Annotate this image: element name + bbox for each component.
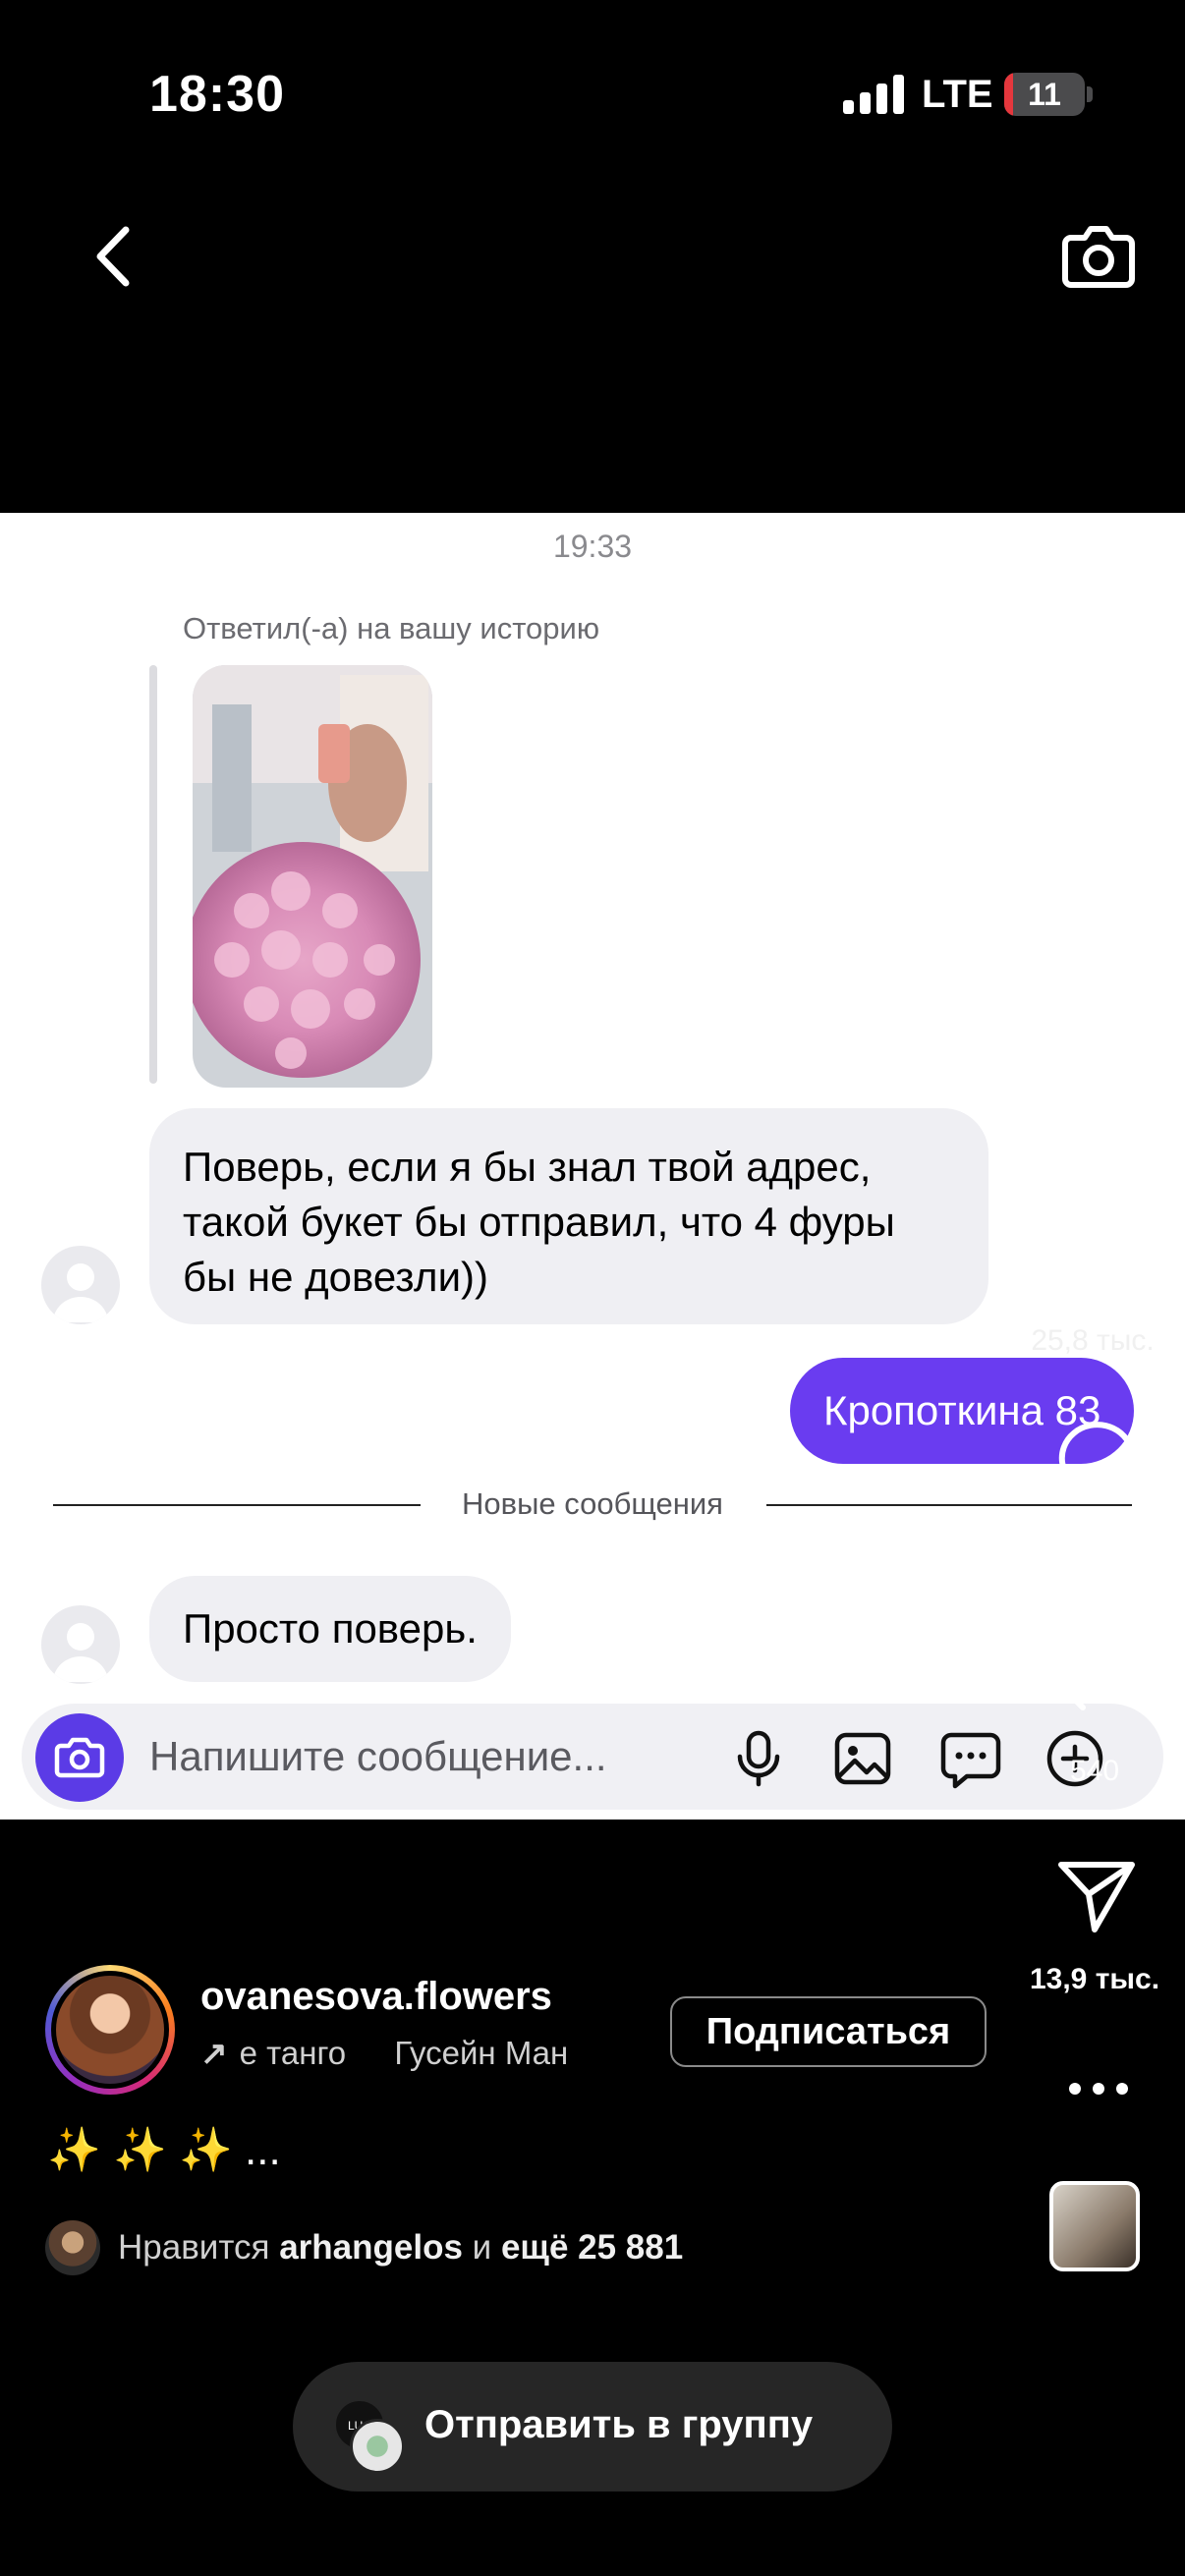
group-avatar	[350, 2419, 405, 2474]
likes-rest[interactable]: ещё 25 881	[501, 2228, 683, 2267]
battery-icon: 11	[1004, 73, 1085, 116]
liker-avatar	[45, 2220, 100, 2275]
chat-timestamp: 19:33	[552, 529, 633, 564]
send-to-group-label: Отправить в группу	[424, 2403, 814, 2446]
share-icon[interactable]	[1055, 1857, 1138, 1935]
username[interactable]: ovanesova.flowers	[200, 1975, 552, 2019]
comment-icon[interactable]	[1055, 1417, 1138, 1499]
repost-icon[interactable]	[1055, 1627, 1138, 1715]
message-input[interactable]	[149, 1725, 680, 1788]
incoming-message: Поверь, если я бы знал твой адрес, такой…	[149, 1108, 988, 1324]
gallery-icon[interactable]	[831, 1727, 894, 1790]
sender-avatar	[41, 1246, 120, 1324]
likes-count: 25,8 тыс.	[1031, 1324, 1155, 1357]
reply-quote-bar	[149, 665, 157, 1084]
battery-percent: 11	[1028, 77, 1061, 112]
divider-line-right	[766, 1504, 1132, 1506]
likes-text: Нравится arhangelos и ещё 25 881	[118, 2228, 683, 2268]
send-to-group-button[interactable]: LUC Отправить в группу	[293, 2362, 892, 2492]
network-type: LTE	[922, 73, 993, 116]
message-composer	[22, 1704, 1163, 1810]
back-icon[interactable]	[85, 222, 140, 291]
signal-icon	[843, 75, 904, 114]
camera-icon	[54, 1737, 105, 1778]
camera-icon[interactable]	[1061, 220, 1136, 289]
post-caption[interactable]: ✨ ✨ ✨ ...	[47, 2124, 281, 2175]
battery-tip	[1087, 86, 1093, 102]
sticker-chat-icon[interactable]	[939, 1727, 1002, 1790]
follow-button[interactable]: Подписаться	[670, 1996, 987, 2067]
microphone-icon[interactable]	[727, 1727, 790, 1790]
likes-prefix: Нравится	[118, 2228, 270, 2267]
profile-avatar[interactable]	[45, 1965, 175, 2095]
sender-avatar	[41, 1605, 120, 1684]
new-messages-divider: Новые сообщения	[53, 1481, 1132, 1530]
shares-count: 13,9 тыс.	[1029, 1963, 1160, 1995]
audio-thumbnail[interactable]	[1049, 2181, 1140, 2271]
incoming-message: Просто поверь.	[149, 1576, 511, 1682]
status-time: 18:30	[149, 66, 285, 123]
like-icon[interactable]	[1049, 1214, 1140, 1297]
story-thumbnail[interactable]	[193, 665, 432, 1088]
chat-screenshot: 19:33 Ответил(-а) на вашу историю Поверь…	[0, 513, 1185, 1820]
story-reply-label: Ответил(-а) на вашу историю	[183, 611, 600, 645]
audio-track[interactable]: ↗ е танго Гусейн Ман	[200, 2034, 633, 2072]
more-icon[interactable]	[1067, 2081, 1130, 2097]
composer-camera-button[interactable]	[35, 1713, 124, 1802]
likes-middle: и	[472, 2228, 492, 2267]
status-bar: 18:30 LTE 11	[0, 0, 1185, 167]
audio-track-artist: Гусейн Ман	[394, 2035, 569, 2071]
comments-count: 290	[1069, 1529, 1120, 1561]
likes-user[interactable]: arhangelos	[279, 2228, 463, 2267]
profile-avatar-image	[56, 1976, 164, 2084]
audio-arrow-icon: ↗	[200, 2035, 228, 2071]
reposts-count: 540	[1069, 1755, 1120, 1787]
audio-track-title: е танго	[239, 2035, 347, 2071]
